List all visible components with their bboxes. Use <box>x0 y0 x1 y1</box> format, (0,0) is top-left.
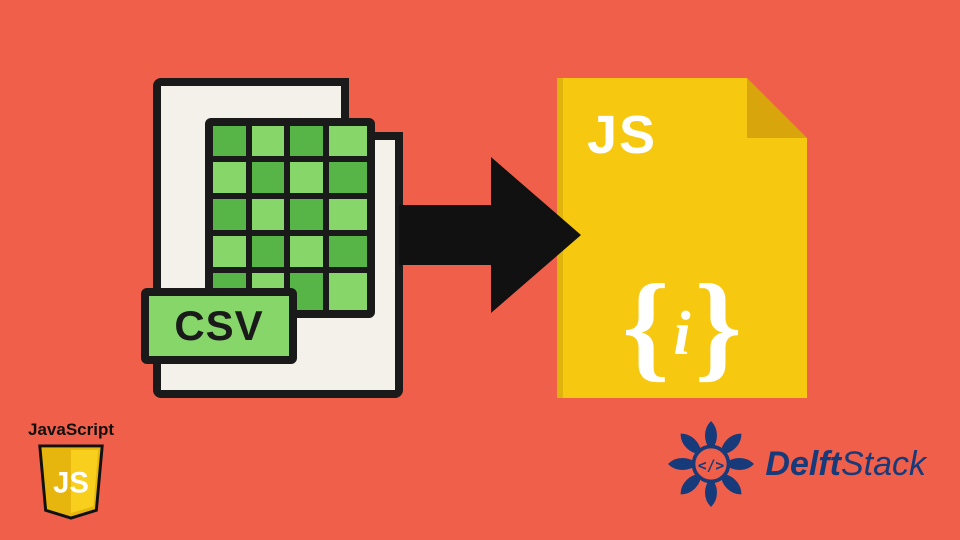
svg-text:</>: </> <box>698 457 725 474</box>
semicolon-glyph: i <box>673 310 690 360</box>
brand-text-second: Stack <box>841 445 926 483</box>
csv-badge: CSV <box>141 288 297 364</box>
csv-badge-label: CSV <box>174 302 263 350</box>
shield-monogram: JS <box>53 468 89 500</box>
curly-braces-icon: { i } <box>622 278 742 374</box>
csv-file-icon: CSV <box>153 78 403 398</box>
brand-text-first: Delft <box>765 445 841 483</box>
js-file-label: JS <box>587 104 657 166</box>
brand-text: DelftStack <box>765 445 926 484</box>
javascript-logo: JavaScript JS <box>28 420 114 520</box>
javascript-logo-label: JavaScript <box>28 420 114 440</box>
brace-left: { <box>622 278 669 374</box>
brace-right: } <box>695 278 742 374</box>
mandala-icon: </> <box>665 418 757 510</box>
delftstack-brand: </> DelftStack <box>665 418 926 510</box>
js-shield-icon: JS <box>35 442 107 520</box>
js-file-icon: JS { i } <box>557 78 807 398</box>
page-fold <box>747 78 807 138</box>
right-arrow-icon <box>391 135 591 340</box>
conversion-diagram: CSV JS { i } <box>153 78 807 398</box>
